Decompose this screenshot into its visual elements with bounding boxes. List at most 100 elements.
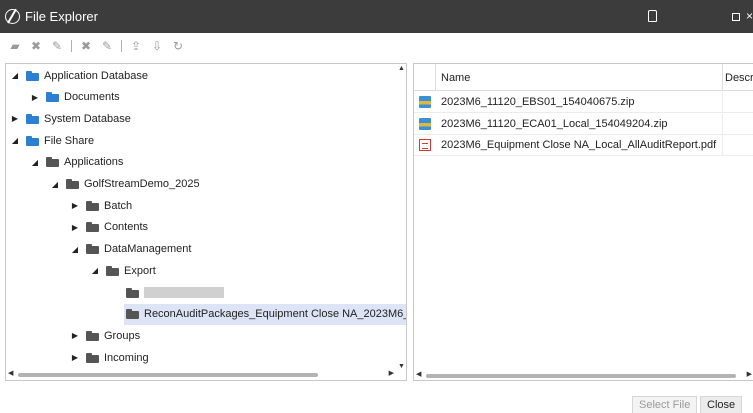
scroll-left-icon[interactable]: ◀ [416, 370, 421, 378]
tree-node-content[interactable]: Export [104, 260, 160, 281]
tree-node-content[interactable]: ReconAuditPackages_Equipment Close NA_20… [124, 303, 407, 325]
tree-node-content[interactable]: Groups [84, 325, 144, 346]
tree-node[interactable]: ◢ Application Database [10, 65, 152, 86]
tree-node-label: Batch [104, 199, 133, 212]
file-list: Name Descri ◀ ▶ 2023M6_11120_EBS01_15404… [413, 63, 753, 381]
tree-node-label: DataManagement [104, 243, 192, 256]
maximize-icon[interactable] [732, 13, 740, 21]
expand-arrow-icon[interactable]: ▶ [30, 93, 40, 102]
expand-arrow-icon[interactable]: ▶ [70, 201, 80, 210]
scroll-thumb[interactable] [18, 373, 318, 377]
scroll-up-icon[interactable]: ▲ [398, 65, 405, 72]
scroll-down-icon[interactable]: ▼ [398, 363, 405, 370]
collapse-arrow-icon[interactable]: ◢ [10, 71, 20, 80]
download-icon[interactable]: ⇩ [150, 39, 164, 53]
column-divider [722, 113, 723, 135]
toolbar-divider [71, 40, 72, 52]
tree-node-content[interactable]: Incoming [84, 347, 153, 368]
tree-node[interactable]: ▶ Groups [70, 325, 144, 346]
tree-node-label: GolfStreamDemo_2025 [84, 178, 200, 190]
tree-node[interactable]: ▶ Documents [30, 87, 124, 108]
expand-arrow-icon[interactable]: ▶ [10, 114, 20, 123]
file-row[interactable]: 2023M6_Equipment Close NA_Local_AllAudit… [414, 135, 753, 156]
tree-node-content[interactable] [124, 282, 228, 303]
tree-node-label: Contents [104, 221, 149, 234]
tree-node-label: ReconAuditPackages_Equipment Close NA_20… [144, 308, 407, 321]
scroll-left-icon[interactable]: ◀ [8, 369, 13, 377]
scroll-thumb[interactable] [426, 374, 736, 378]
expand-arrow-icon[interactable]: ▶ [70, 331, 80, 340]
tree-node[interactable]: ◢ File Share [10, 130, 98, 151]
tree-node-label: Groups [104, 329, 141, 342]
tree-node-content[interactable]: GolfStreamDemo_2025 [64, 174, 204, 195]
expand-arrow-icon[interactable]: ▶ [70, 223, 80, 232]
zip-file-icon [419, 117, 431, 130]
close-icon[interactable]: × [746, 9, 753, 23]
window-title: File Explorer [25, 9, 98, 24]
folder-icon [86, 244, 99, 255]
scroll-right-icon[interactable]: ▶ [389, 369, 394, 377]
collapse-arrow-icon[interactable]: ◢ [10, 136, 20, 145]
delete-file-icon[interactable]: ✖ [79, 39, 93, 53]
tree-node[interactable]: ReconAuditPackages_Equipment Close NA_20… [110, 303, 407, 325]
tree-node[interactable]: ◢ DataManagement [70, 239, 195, 260]
select-file-button[interactable]: Select File [632, 396, 698, 413]
file-horizontal-scrollbar[interactable]: ◀ ▶ [414, 370, 753, 380]
tree-node[interactable]: ▶ Contents [70, 217, 152, 238]
folder-icon [106, 265, 119, 276]
folder-icon [126, 309, 139, 320]
folder-icon [86, 352, 99, 363]
column-header-name[interactable]: Name [441, 72, 470, 84]
folder-icon [86, 200, 99, 211]
upload-icon[interactable]: ⇪ [129, 39, 143, 53]
tree-horizontal-scrollbar[interactable]: ◀ ▶ [6, 370, 406, 380]
tree-node-content[interactable]: Application Database [24, 65, 152, 86]
tree-node-content[interactable]: System Database [24, 108, 135, 129]
expand-arrow-icon[interactable]: ▶ [70, 353, 80, 362]
tree-node[interactable]: ▶ Batch [70, 195, 136, 216]
tree-node-label: Applications [64, 156, 124, 169]
title-bar: File Explorer × [0, 0, 753, 33]
file-row[interactable]: 2023M6_11120_ECA01_Local_154049204.zip [414, 113, 753, 135]
tree-node-content[interactable]: Applications [44, 152, 127, 173]
close-button[interactable]: Close [700, 396, 743, 413]
tree-node[interactable]: ◢ GolfStreamDemo_2025 [50, 174, 204, 195]
file-name: 2023M6_11120_EBS01_154040675.zip [441, 96, 635, 108]
collapse-arrow-icon[interactable]: ◢ [70, 245, 80, 254]
folder-icon [46, 157, 59, 168]
scroll-right-icon[interactable]: ▶ [747, 370, 752, 378]
file-list-header: Name Descri [414, 64, 753, 91]
refresh-icon[interactable]: ↻ [171, 39, 185, 53]
delete-icon[interactable]: ✖ [29, 39, 43, 53]
file-row[interactable]: 2023M6_11120_EBS01_154040675.zip [414, 92, 753, 113]
file-name: 2023M6_Equipment Close NA_Local_AllAudit… [441, 139, 717, 151]
tree-node-content[interactable]: DataManagement [84, 239, 195, 260]
folder-icon [66, 179, 79, 189]
tree-node-content[interactable]: Documents [44, 87, 124, 108]
tree-node[interactable]: ◢ Export [90, 260, 160, 281]
add-folder-icon[interactable]: ▰ [8, 39, 22, 53]
tree-node[interactable]: ▶ Incoming [70, 347, 153, 368]
collapse-arrow-icon[interactable]: ◢ [50, 180, 60, 189]
app-logo-icon [5, 9, 20, 24]
collapse-arrow-icon[interactable]: ◢ [30, 158, 40, 167]
tree-node-content[interactable]: Batch [84, 195, 136, 216]
column-divider[interactable] [722, 64, 723, 91]
tree-vertical-scrollbar[interactable]: ▲ ▼ [397, 64, 406, 371]
tree-node-content[interactable]: File Share [24, 130, 98, 151]
tree-node-label: Application Database [44, 69, 148, 82]
file-name: 2023M6_11120_ECA01_Local_154049204.zip [441, 117, 668, 130]
rename-file-icon[interactable]: ✎ [100, 39, 114, 53]
zip-file-icon [419, 96, 431, 108]
tree-node-label: Export [124, 264, 156, 277]
collapse-arrow-icon[interactable]: ◢ [90, 266, 100, 275]
tree-node[interactable]: ◢ Applications [30, 152, 127, 173]
tree-node[interactable] [110, 282, 228, 303]
column-divider [722, 92, 723, 113]
column-header-description[interactable]: Descri [725, 72, 753, 84]
rename-icon[interactable]: ✎ [50, 39, 64, 53]
tree-node[interactable]: ▶ System Database [10, 108, 135, 129]
tree-node-content[interactable]: Contents [84, 217, 152, 238]
restore-window-icon[interactable] [648, 10, 657, 22]
column-divider [722, 135, 723, 156]
